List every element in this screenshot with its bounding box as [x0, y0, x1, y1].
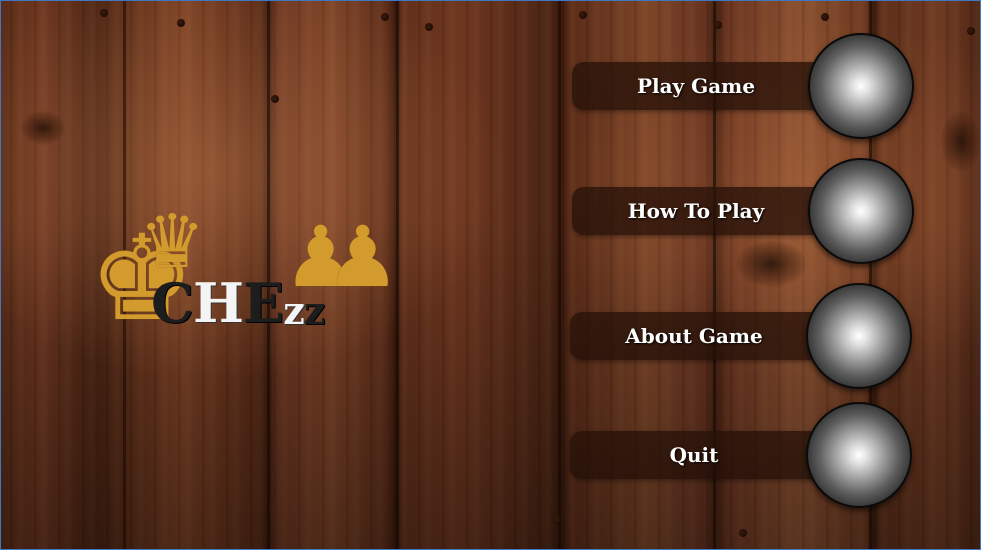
- grey-orb-icon[interactable]: [806, 402, 912, 508]
- main-menu-window: ♚ ♛ ♟ ♟ CHEzz Play Game How To Play Abou…: [0, 0, 981, 550]
- wood-knot: [21, 111, 65, 145]
- chezz-logo: ♚ ♛ ♟ ♟ CHEzz: [89, 205, 400, 346]
- quit-label: Quit: [669, 443, 719, 467]
- nail-icon: [271, 95, 279, 103]
- nail-icon: [425, 23, 433, 31]
- how-to-play-button[interactable]: How To Play: [572, 158, 932, 264]
- nail-icon: [739, 529, 747, 537]
- plank-seam: [558, 1, 561, 549]
- pawn-icon: ♟: [325, 208, 401, 306]
- about-game-label: About Game: [625, 324, 763, 348]
- logo-letter: E: [243, 271, 284, 335]
- nail-icon: [100, 9, 108, 17]
- nail-icon: [381, 13, 389, 21]
- nail-icon: [821, 13, 829, 21]
- quit-button[interactable]: Quit: [570, 402, 930, 508]
- queen-icon: ♛: [139, 199, 206, 285]
- nail-icon: [714, 21, 722, 29]
- logo-letter: z: [303, 288, 326, 333]
- logo-letter: z: [283, 288, 305, 333]
- wood-knot: [941, 111, 980, 171]
- how-to-play-label: How To Play: [627, 199, 765, 223]
- nail-icon: [967, 27, 975, 35]
- logo-letter: C: [151, 271, 194, 335]
- nail-icon: [553, 516, 561, 524]
- grey-orb-icon[interactable]: [806, 283, 912, 389]
- grey-orb-icon[interactable]: [808, 158, 914, 264]
- about-game-button[interactable]: About Game: [570, 283, 930, 389]
- nail-icon: [177, 19, 185, 27]
- play-game-button[interactable]: Play Game: [572, 33, 932, 139]
- logo-letter: H: [192, 271, 244, 335]
- play-game-label: Play Game: [636, 74, 756, 98]
- nail-icon: [579, 11, 587, 19]
- grey-orb-icon[interactable]: [808, 33, 914, 139]
- logo-wordmark: CHEzz: [151, 271, 326, 335]
